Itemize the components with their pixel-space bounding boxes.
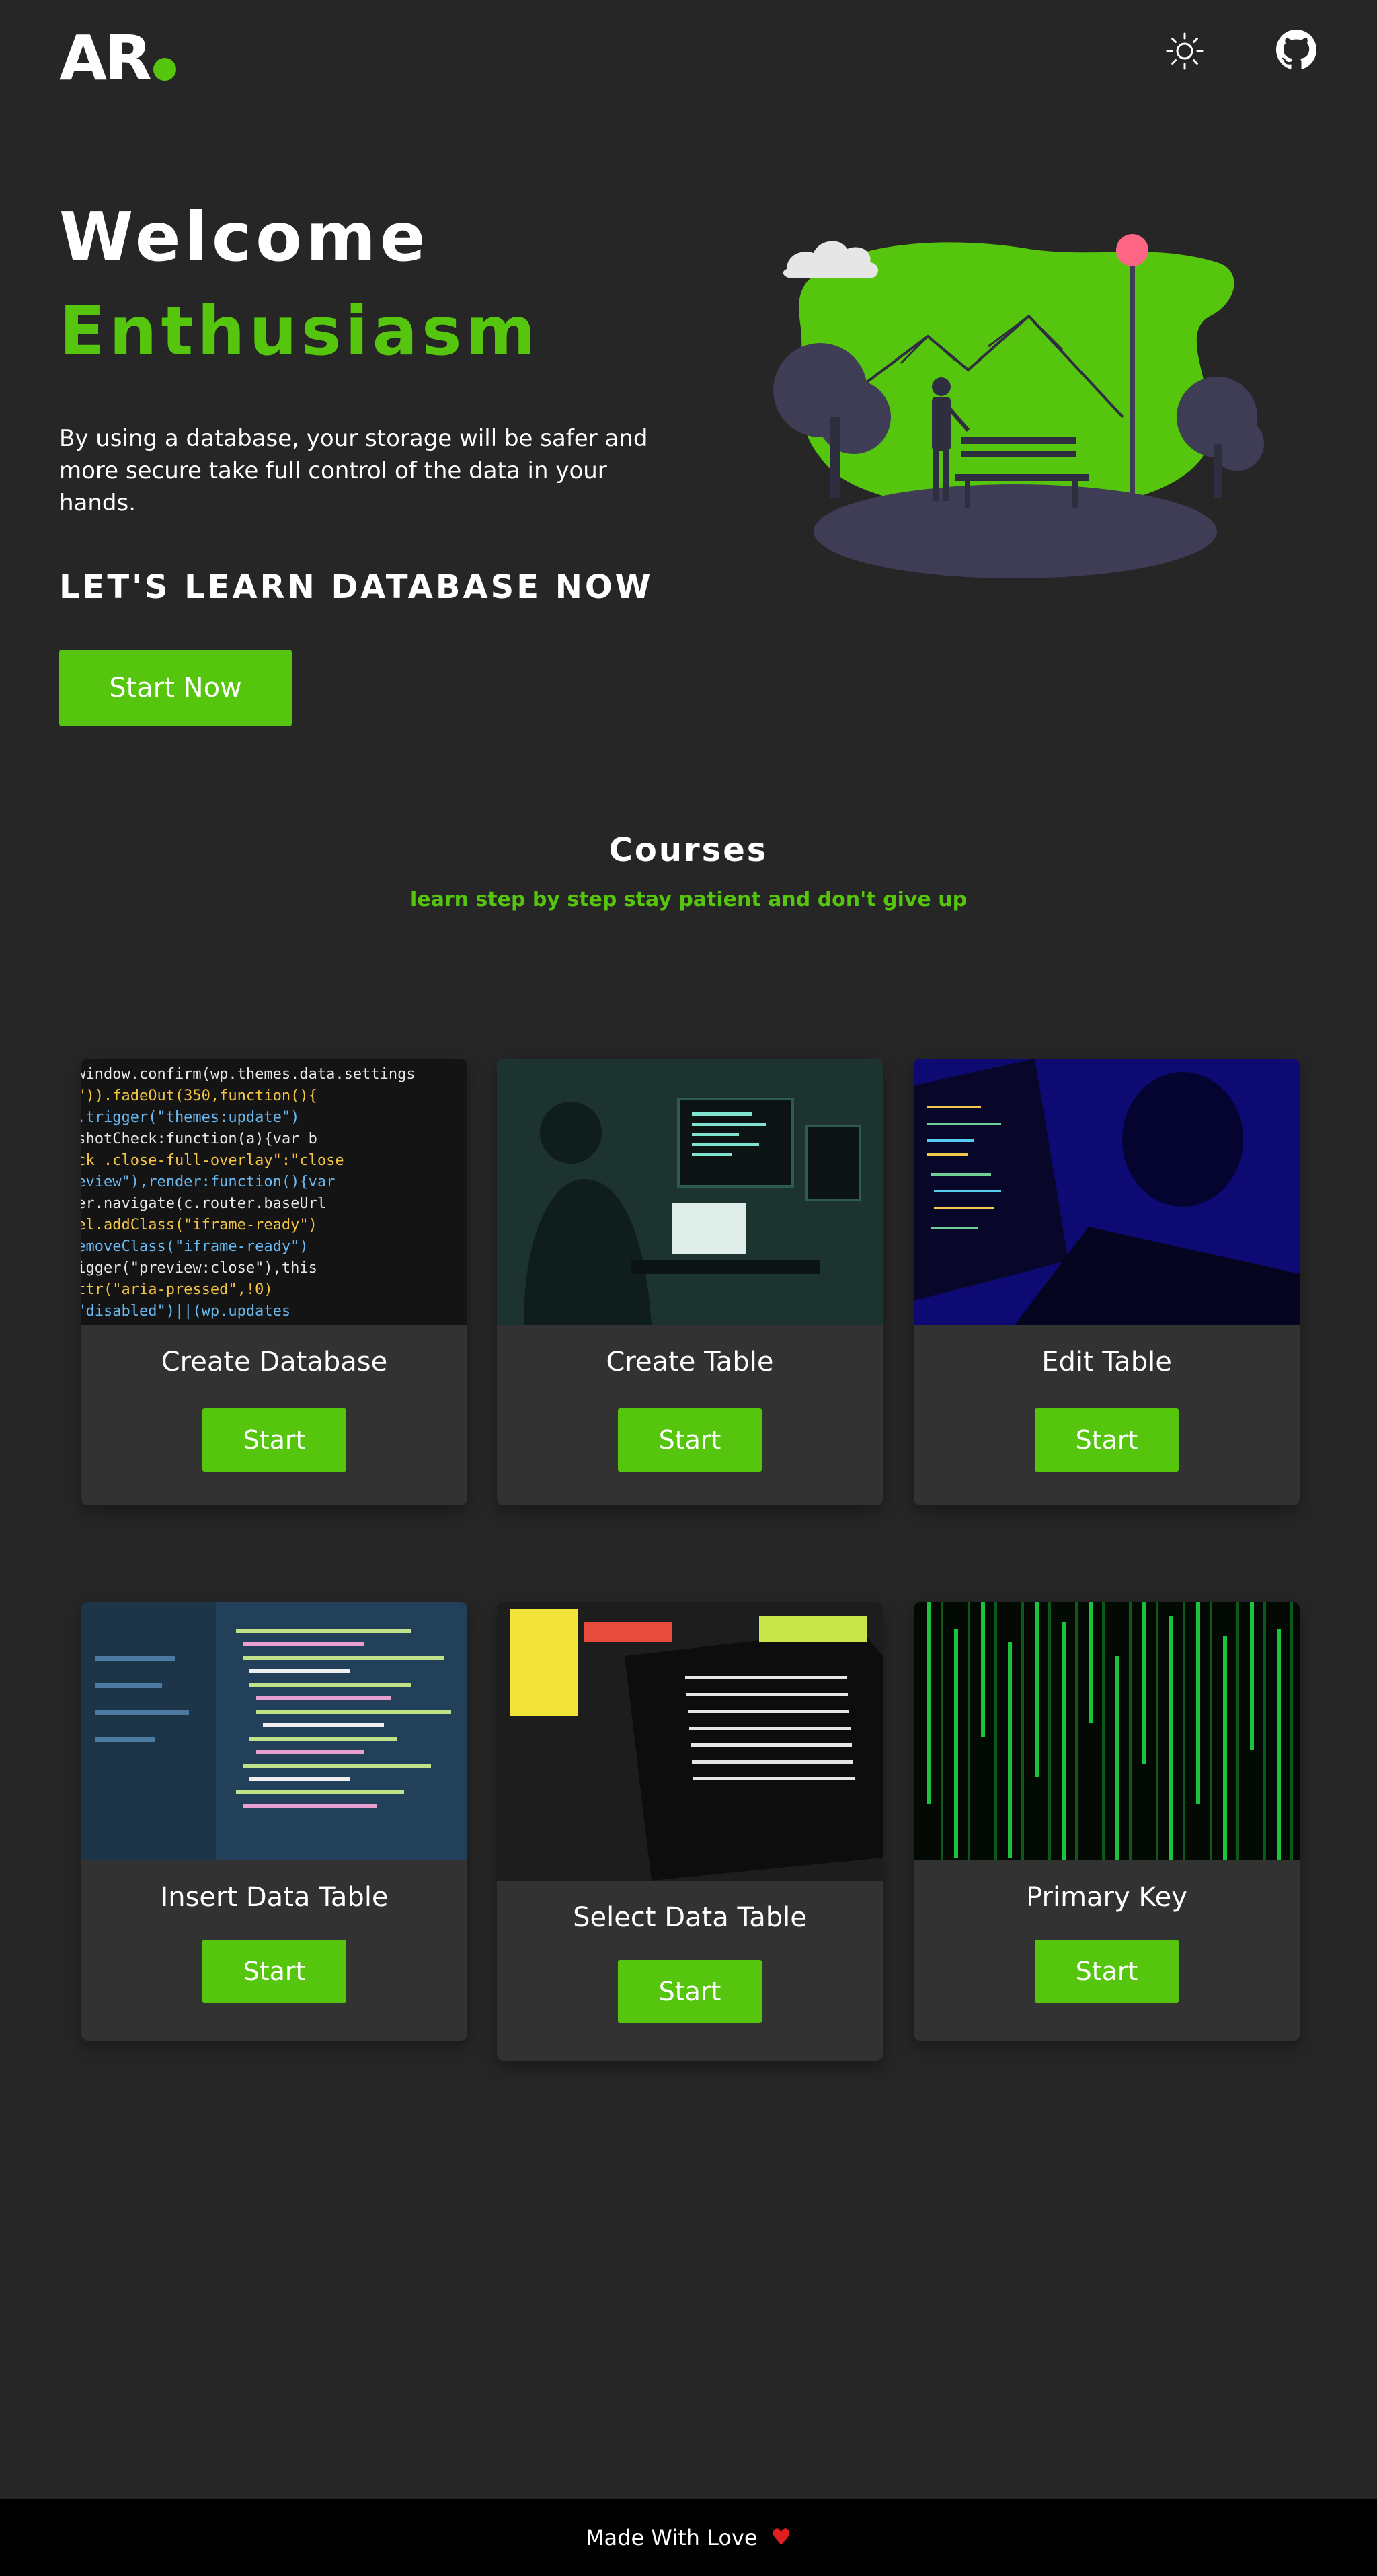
start-button[interactable]: Start	[202, 1940, 346, 2003]
course-image-matrix	[914, 1602, 1300, 1860]
hero-description: By using a database, your storage will b…	[59, 425, 648, 517]
course-card: ,window.confirm(wp.themes.data.settings …	[81, 1059, 467, 1505]
heart-icon: ♥	[771, 2524, 792, 2551]
svg-text:e.trigger("themes:update"): e.trigger("themes:update")	[81, 1109, 299, 1126]
courses-title: Courses	[608, 831, 769, 869]
course-title: Edit Table	[1041, 1347, 1172, 1377]
hero-cta-heading: LET'S LEARN DATABASE NOW	[59, 568, 654, 606]
svg-text:a")).fadeOut(350,function(){: a")).fadeOut(350,function(){	[81, 1088, 317, 1104]
logo[interactable]: AR	[59, 22, 152, 96]
svg-text:review"),render:function(){var: review"),render:function(){var	[81, 1174, 335, 1190]
course-image-hacker	[497, 1059, 883, 1325]
course-card: Insert Data Table Start	[81, 1602, 467, 2041]
svg-text:ter.navigate(c.router.baseUrl: ter.navigate(c.router.baseUrl	[81, 1195, 326, 1212]
svg-text:nshotCheck:function(a){var b: nshotCheck:function(a){var b	[81, 1131, 317, 1147]
course-title: Insert Data Table	[160, 1882, 389, 1913]
start-button[interactable]: Start	[1035, 1408, 1179, 1472]
course-image-laptop	[914, 1059, 1300, 1325]
svg-text:attr("aria-pressed",!0): attr("aria-pressed",!0)	[81, 1281, 273, 1298]
svg-text:$el.addClass("iframe-ready"): $el.addClass("iframe-ready")	[81, 1217, 317, 1234]
navbar: AR	[0, 0, 1377, 108]
course-image-code-screen	[81, 1602, 467, 1860]
park-illustration	[746, 215, 1271, 592]
course-title: Create Table	[606, 1347, 774, 1377]
course-title: Primary Key	[1026, 1882, 1187, 1913]
svg-text:rigger("preview:close"),this: rigger("preview:close"),this	[81, 1260, 317, 1277]
hero-title: Welcome	[59, 198, 430, 276]
start-now-button[interactable]: Start Now	[59, 650, 292, 726]
course-card: Create Table Start	[497, 1059, 883, 1505]
course-card: Primary Key Start	[914, 1602, 1300, 2041]
start-button[interactable]: Start	[202, 1408, 346, 1472]
footer-text: Made With Love	[585, 2525, 758, 2550]
footer: Made With Love ♥	[0, 2499, 1377, 2576]
course-image-terminal	[497, 1602, 883, 1881]
hero-subtitle: Enthusiasm	[59, 292, 540, 371]
start-button[interactable]: Start	[618, 1960, 762, 2023]
course-title: Select Data Table	[573, 1902, 807, 1933]
start-button[interactable]: Start	[618, 1408, 762, 1472]
svg-text:ick .close-full-overlay":"clos: ick .close-full-overlay":"close	[81, 1152, 344, 1169]
courses-subtitle: learn step by step stay patient and don'…	[409, 888, 968, 911]
svg-text:("disabled")||(wp.updates: ("disabled")||(wp.updates	[81, 1303, 290, 1320]
svg-text:removeClass("iframe-ready"): removeClass("iframe-ready")	[81, 1238, 309, 1255]
logo-dot	[153, 58, 176, 81]
course-card: Select Data Table Start	[497, 1602, 883, 2061]
course-card: Edit Table Start	[914, 1059, 1300, 1505]
github-icon[interactable]	[1276, 30, 1316, 70]
start-button[interactable]: Start	[1035, 1940, 1179, 2003]
sun-icon[interactable]	[1165, 31, 1205, 71]
svg-text:,window.confirm(wp.themes.data: ,window.confirm(wp.themes.data.settings	[81, 1066, 416, 1083]
course-image-code: ,window.confirm(wp.themes.data.settings …	[81, 1059, 467, 1325]
course-title: Create Database	[161, 1347, 388, 1377]
